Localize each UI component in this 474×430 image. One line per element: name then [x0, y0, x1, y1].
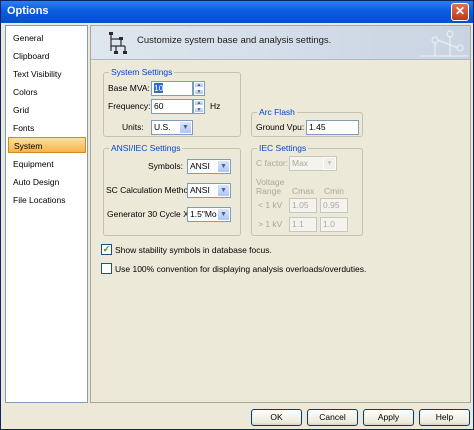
lt-1kv-cmin-value: 0.95	[323, 200, 340, 210]
nav-item-system[interactable]: System	[8, 137, 86, 153]
cancel-button[interactable]: Cancel	[307, 409, 358, 426]
ansi-iec-settings-group: ANSI/IEC Settings Symbols: ANSI ▼ SC Cal…	[103, 143, 241, 236]
window-title: Options	[7, 5, 49, 17]
lt-1kv-cmin-input[interactable]: 0.95	[320, 198, 348, 213]
gt-1kv-cmin-value: 1.0	[323, 219, 335, 229]
system-settings-legend: System Settings	[109, 67, 175, 77]
c-factor-value: Max	[292, 158, 309, 168]
frequency-value: 60	[154, 101, 164, 111]
nav-item-general[interactable]: General	[8, 30, 86, 46]
chevron-down-icon[interactable]: ▼	[217, 208, 230, 221]
spin-down-icon[interactable]: ▼	[194, 107, 204, 113]
iec-settings-group: IEC Settings C factor: Max ▼ Voltage Ran…	[251, 143, 363, 236]
frequency-spinner[interactable]: ▲ ▼	[193, 99, 205, 114]
spin-up-icon[interactable]: ▲	[194, 82, 204, 88]
base-mva-label: Base MVA:	[108, 83, 150, 93]
sc-method-select[interactable]: ANSI ▼	[187, 183, 231, 198]
help-button[interactable]: Help	[419, 409, 470, 426]
gt-1kv-cmax-input[interactable]: 1.1	[289, 217, 317, 232]
symbols-label: Symbols:	[148, 161, 183, 171]
cmin-header: Cmin	[324, 186, 344, 196]
chevron-down-icon[interactable]: ▼	[179, 121, 192, 134]
base-mva-value: 10	[154, 83, 164, 93]
nav-item-fonts[interactable]: Fonts	[8, 120, 86, 136]
title-bar[interactable]: Options ✕	[1, 1, 473, 23]
symbols-select[interactable]: ANSI ▼	[187, 159, 231, 174]
system-settings-panel: Customize system base and analysis setti…	[90, 25, 471, 403]
nav-item-auto-design[interactable]: Auto Design	[8, 174, 86, 190]
nav-item-file-locations[interactable]: File Locations	[8, 192, 86, 208]
gt-1kv-cmax-value: 1.1	[292, 219, 304, 229]
units-value: U.S.	[154, 122, 171, 132]
cmax-header: Cmax	[292, 186, 315, 196]
category-list: General Clipboard Text Visibility Colors…	[5, 25, 88, 403]
ansi-iec-legend: ANSI/IEC Settings	[109, 143, 183, 153]
frequency-input[interactable]: 60	[151, 99, 193, 114]
base-mva-spinner[interactable]: ▲ ▼	[193, 81, 205, 96]
ground-vpu-input[interactable]: 1.45	[306, 120, 359, 135]
close-button[interactable]: ✕	[451, 3, 469, 21]
header-banner: Customize system base and analysis setti…	[91, 26, 470, 60]
range-label: Range	[256, 186, 282, 196]
units-select[interactable]: U.S. ▼	[151, 120, 193, 135]
chevron-down-icon[interactable]: ▼	[323, 157, 336, 170]
ground-vpu-label: Ground Vpu:	[256, 122, 305, 132]
options-window: Options ✕ General Clipboard Text Visibil…	[0, 0, 474, 430]
convention-checkbox[interactable]	[101, 263, 112, 274]
lt-1kv-cmax-value: 1.05	[292, 200, 309, 210]
gt-1kv-label: > 1 kV	[258, 219, 283, 229]
lt-1kv-label: < 1 kV	[258, 200, 283, 210]
frequency-label: Frequency:	[108, 101, 151, 111]
generator-label: Generator 30 Cycle X:	[107, 209, 192, 219]
base-mva-input[interactable]: 10	[151, 81, 193, 96]
arc-flash-legend: Arc Flash	[257, 107, 297, 117]
iec-settings-legend: IEC Settings	[257, 143, 309, 153]
network-diagram-icon	[109, 32, 127, 54]
sc-method-value: ANSI	[190, 185, 210, 195]
sc-method-label: SC Calculation Method:	[106, 185, 196, 195]
chevron-down-icon[interactable]: ▼	[217, 160, 230, 173]
symbols-value: ANSI	[190, 161, 210, 171]
close-icon: ✕	[454, 4, 466, 18]
c-factor-label: C factor:	[256, 158, 289, 168]
frequency-unit: Hz	[210, 101, 221, 111]
nav-item-text-visibility[interactable]: Text Visibility	[8, 66, 86, 82]
banner-text: Customize system base and analysis setti…	[137, 35, 332, 46]
nav-item-colors[interactable]: Colors	[8, 84, 86, 100]
arc-flash-group: Arc Flash Ground Vpu: 1.45	[251, 107, 363, 137]
stability-label[interactable]: Show stability symbols in database focus…	[115, 245, 272, 255]
convention-label[interactable]: Use 100% convention for displaying analy…	[115, 264, 366, 274]
checkmark-icon: ✓	[102, 244, 111, 254]
generator-select[interactable]: 1.5"MomX ▼	[187, 207, 231, 222]
spin-down-icon[interactable]: ▼	[194, 89, 204, 95]
banner-decoration-icon	[420, 30, 468, 57]
c-factor-select[interactable]: Max ▼	[289, 156, 337, 171]
lt-1kv-cmax-input[interactable]: 1.05	[289, 198, 317, 213]
nav-item-equipment[interactable]: Equipment	[8, 156, 86, 172]
chevron-down-icon[interactable]: ▼	[217, 184, 230, 197]
units-label: Units:	[122, 122, 144, 132]
ok-button[interactable]: OK	[251, 409, 302, 426]
ground-vpu-value: 1.45	[309, 122, 326, 132]
system-settings-group: System Settings Base MVA: 10 ▲ ▼ Frequen…	[103, 67, 241, 137]
stability-checkbox[interactable]: ✓	[101, 244, 112, 255]
nav-item-clipboard[interactable]: Clipboard	[8, 48, 86, 64]
gt-1kv-cmin-input[interactable]: 1.0	[320, 217, 348, 232]
apply-button[interactable]: Apply	[363, 409, 414, 426]
nav-item-grid[interactable]: Grid	[8, 102, 86, 118]
spin-up-icon[interactable]: ▲	[194, 100, 204, 106]
